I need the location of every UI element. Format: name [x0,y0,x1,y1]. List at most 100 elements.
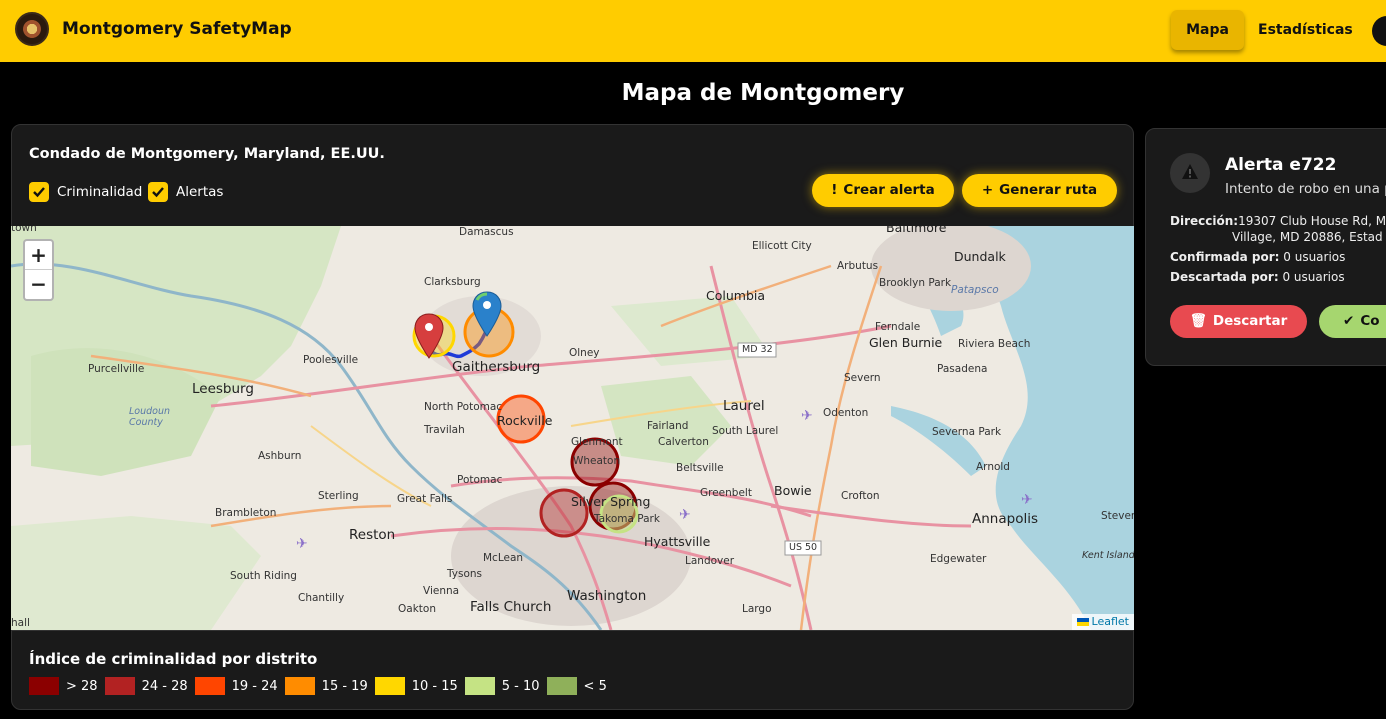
brand-name[interactable]: Montgomery SafetyMap [62,19,292,39]
map-label: Reston [349,527,396,543]
plus-icon: + [981,182,994,198]
confirmed-label: Confirmada por: [1170,250,1280,264]
trash-icon: 🗑 [1189,313,1207,329]
confirm-button[interactable]: ✔ Co [1319,305,1386,338]
create-alert-button[interactable]: ! Crear alerta [812,174,954,207]
legend-swatch [104,677,135,695]
map-label: South Laurel [712,425,779,437]
legend-swatch [194,677,225,695]
zoom-in-button[interactable]: + [25,241,52,270]
map-label: Leesburg [192,381,254,397]
dismiss-label: Descartar [1212,313,1288,329]
nav-mapa[interactable]: Mapa [1171,10,1244,50]
map-label: town [11,226,37,234]
alert-title: Alerta e722 [1225,155,1337,175]
map-label: Gaithersburg [452,359,541,375]
warning-icon [1170,153,1210,193]
map-label: Falls Church [470,599,552,615]
legend-items: > 28 24 - 28 19 - 24 15 - 19 10 - 15 5 -… [29,677,614,695]
map-label: South Riding [230,570,297,582]
map-label: hall [11,617,30,629]
legend-label: 10 - 15 [411,678,458,694]
top-navbar: Montgomery SafetyMap Mapa Estadísticas [0,0,1386,62]
legend-swatch [29,677,59,695]
map-label: Beltsville [676,462,724,474]
legend-label: 5 - 10 [501,678,540,694]
legend-label: 15 - 19 [321,678,368,694]
dismiss-button[interactable]: 🗑 Descartar [1170,305,1307,338]
address-label: Dirección: [1170,214,1239,228]
leaflet-link[interactable]: Leaflet [1092,615,1129,628]
map-label: Brooklyn Park [879,277,952,289]
map-label: North Potomac [424,401,503,413]
alert-dismissed: Descartada por: 0 usuarios [1170,270,1345,284]
zoom-out-button[interactable]: − [25,270,52,299]
map-canvas[interactable]: ✈ ✈ ✈ ✈ + − Damascus Ellicott City Balti… [11,226,1134,630]
nav-estadisticas[interactable]: Estadísticas [1258,10,1353,50]
create-alert-label: Crear alerta [843,182,935,198]
map-label: Ellicott City [752,240,812,252]
map-label: Kent Island [1082,550,1134,561]
map-label: MD 32 [742,344,773,355]
legend-swatch [284,677,315,695]
exclamation-icon: ! [831,182,838,198]
map-label: Bowie [774,483,812,498]
map-attribution[interactable]: Leaflet [1071,614,1134,630]
map-label: Arbutus [837,260,879,272]
map-label: Loudoun County [129,406,171,428]
map-label: McLean [483,552,524,564]
map-label: Crofton [841,490,880,502]
svg-text:✈: ✈ [1021,492,1033,508]
map-label: Glen Burnie [869,335,943,350]
address-value: 19307 Club House Rd, Mo [1238,214,1386,228]
alertas-checkbox[interactable] [148,182,168,202]
map-label: Baltimore [886,226,947,235]
map-label: Great Falls [397,493,453,505]
map-label: Landover [685,555,735,567]
map-label: Washington [567,588,647,604]
map-label: Wheaton [573,455,621,467]
map-label: Clarksburg [424,276,481,288]
map-label: Annapolis [972,511,1038,527]
legend-label: 24 - 28 [141,678,188,694]
map-label: Glenmont [571,436,623,448]
county-seal-icon[interactable] [15,12,49,46]
legend-label: > 28 [66,678,98,694]
map-label: Hyattsville [644,534,711,549]
criminalidad-checkbox[interactable] [29,182,49,202]
map-label: Patapsco [951,284,999,296]
generate-route-label: Generar ruta [999,182,1098,198]
map-card-title: Condado de Montgomery, Maryland, EE.UU. [29,146,385,162]
map-label: Riviera Beach [958,338,1031,350]
legend-swatch [374,677,405,695]
map-label: Poolesville [303,354,359,366]
user-avatar[interactable] [1372,16,1386,46]
map-label: US 50 [789,542,818,553]
legend-label: < 5 [583,678,607,694]
legend-swatch [464,677,495,695]
dismissed-label: Descartada por: [1170,270,1279,284]
criminalidad-label[interactable]: Criminalidad [57,182,142,202]
map-label: Silver Spring [571,494,651,509]
checkmark-icon [33,187,45,198]
map-label: Columbia [706,288,766,303]
map-label: Laurel [723,398,765,414]
map-label: Potomac [457,474,503,486]
map-label: Largo [742,603,772,615]
map-label: Sterling [318,490,359,502]
alert-description: Intento de robo en una p [1225,181,1386,197]
map-label: Severna Park [932,426,1002,438]
map-label: Chantilly [298,592,345,604]
page-title: Mapa de Montgomery [621,80,905,106]
alert-detail-card: Alerta e722 Intento de robo en una p Dir… [1145,128,1386,366]
map-card-header: Condado de Montgomery, Maryland, EE.UU. … [11,124,1134,228]
map-label: Odenton [823,407,869,419]
map-label: Vienna [423,585,460,597]
map-label: Arnold [976,461,1010,473]
legend-title: Índice de criminalidad por distrito [29,650,318,668]
generate-route-button[interactable]: + Generar ruta [962,174,1117,207]
map-label: Ferndale [875,321,921,333]
check-icon: ✔ [1343,313,1355,329]
checkmark-icon [152,187,164,198]
alertas-label[interactable]: Alertas [176,182,223,202]
